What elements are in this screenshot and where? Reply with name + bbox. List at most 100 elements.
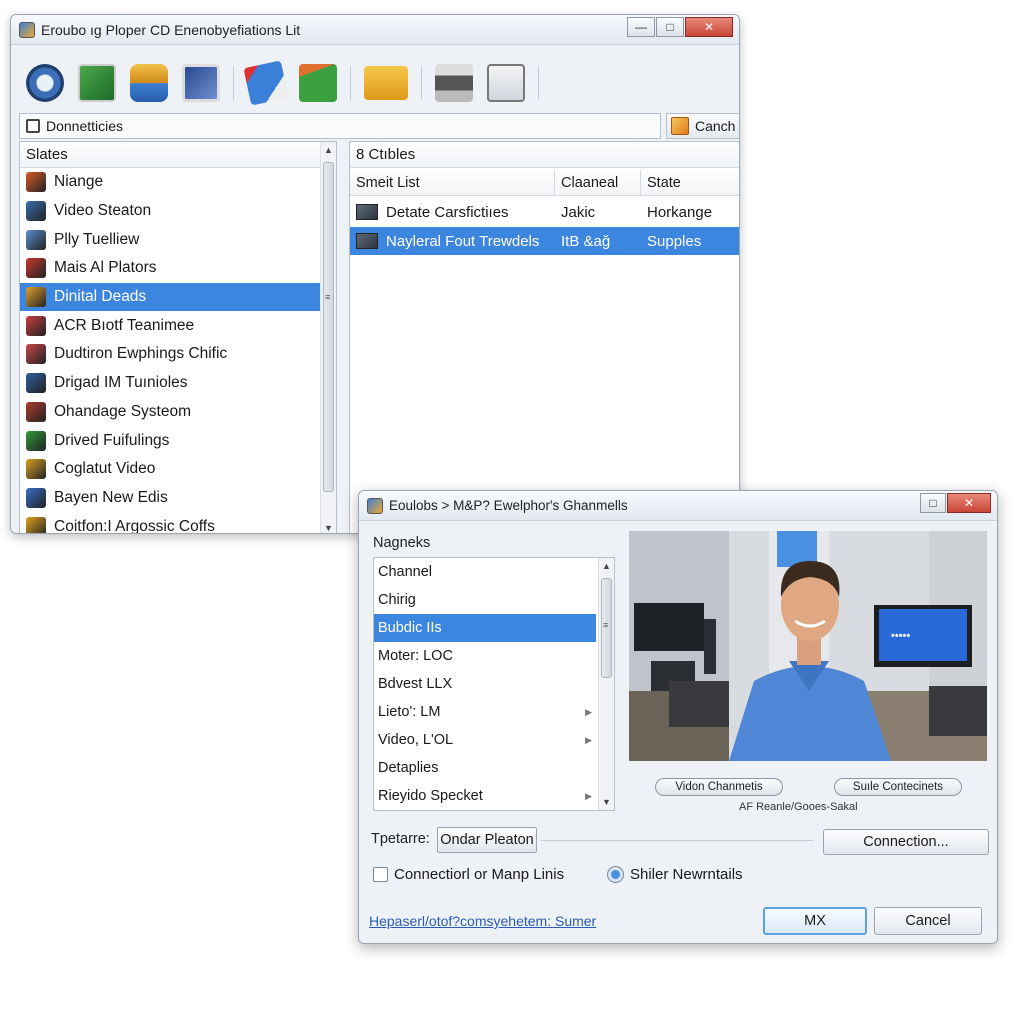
left-pane-item[interactable]: Dinital Deads (20, 282, 320, 312)
cancel-top-label: Canch (695, 118, 736, 134)
channel-list-item[interactable]: Detaplies (374, 754, 596, 782)
table-cell: Nayleral Fout Trewdels (350, 227, 555, 255)
channel-list-item[interactable]: Rieyido Specket ▶ (374, 782, 596, 810)
lock-gold-icon (26, 516, 46, 533)
dialog-title: Eoulobs > M&P? Ewelphor's Ghanmells (389, 498, 628, 513)
column-header-state[interactable]: State (641, 170, 739, 195)
column-header-list[interactable]: Smeit List (350, 170, 555, 195)
cancel-button[interactable]: Cancel (874, 907, 982, 935)
channel-list-item-label: Bdvest LLX (378, 676, 453, 692)
dialog-close-button[interactable]: ✕ (947, 493, 991, 513)
printer-icon[interactable] (435, 64, 473, 102)
left-pane-item-label: Video Steaton (54, 202, 152, 220)
left-pane-scrollbar[interactable]: ▲ ≡ ▼ (320, 142, 336, 533)
left-pane-item[interactable]: Video Steaton (20, 197, 320, 226)
tools-icon (26, 344, 46, 365)
channel-list-item[interactable]: Chirig (374, 586, 596, 614)
ok-button[interactable]: MX (763, 907, 867, 935)
main-titlebar[interactable]: Eroubo ıg Ploper CD Enenobyefiations Lit… (11, 15, 739, 45)
suite-contents-button[interactable]: Suıle Contecinets (834, 778, 962, 796)
left-pane-item[interactable]: ACR Bıotf Teanimee (20, 311, 320, 340)
folder-icon[interactable] (364, 66, 408, 100)
table-cell-text: Nayleral Fout Trewdels (386, 232, 540, 250)
channel-list-item[interactable]: Bubdic IIs (374, 614, 596, 642)
radio-button[interactable] (607, 866, 624, 883)
left-pane-item[interactable]: Niange (20, 168, 320, 197)
left-pane-item-label: Bayen New Edis (54, 488, 168, 506)
green-disk-icon (26, 430, 46, 451)
checkbox-box[interactable] (373, 867, 388, 882)
cancel-top-button[interactable]: Canch (666, 113, 739, 139)
left-pane-item[interactable]: Drived Fuifulings (20, 426, 320, 455)
table-row[interactable]: Detate Carsfictiıes Jakic Horkange (350, 198, 739, 226)
table-cell-text: Jakic (561, 203, 596, 221)
submenu-arrow-icon: ▶ (585, 734, 592, 745)
scroll-up-arrow[interactable]: ▲ (321, 142, 336, 158)
save-icon[interactable] (487, 64, 525, 102)
folder-red-icon (26, 172, 46, 193)
column-header-channel[interactable]: Claaneal (555, 170, 641, 195)
left-pane-list: Niange Video Steaton Plly Tuelliew Mais Al … (20, 168, 320, 533)
video-channels-button[interactable]: Vidon Chanmetis (655, 778, 783, 796)
channel-scroll-grip-icon: ≡ (603, 620, 609, 630)
scroll-grip-icon: ≡ (325, 292, 331, 302)
hook-icon (26, 315, 46, 336)
left-pane-item[interactable]: Mais Al Plators (20, 254, 320, 283)
left-pane-item[interactable]: Coitfon:I Argossic Coffs (20, 512, 320, 533)
channel-list-item[interactable]: Bdvest LLX (374, 670, 596, 698)
address-bar[interactable]: Donnetticies (19, 113, 661, 139)
table-cell: Jakic (555, 198, 641, 226)
power-icon[interactable] (26, 64, 64, 102)
monitor-icon[interactable] (182, 64, 220, 102)
connection-button[interactable]: Connection... (823, 829, 989, 855)
table-cell-text: Supples (647, 232, 702, 250)
channel-list: Channel Chirig Bubdic IIs Moter: LOC Bdvest … (373, 557, 615, 811)
left-pane-item[interactable]: Dudtiron Ewphings Chific (20, 340, 320, 369)
table-cell: Detate Carsfictiıes (350, 198, 555, 226)
channel-scroll-up[interactable]: ▲ (599, 558, 614, 574)
network-card-icon[interactable] (243, 60, 289, 106)
table-row[interactable]: Nayleral Fout Trewdels ItB &ağ Supples (350, 227, 739, 255)
left-pane-item-label: Drigad IM Tuınioles (54, 374, 188, 392)
dialog-restore-button[interactable]: □ (920, 493, 946, 513)
channel-scroll-down[interactable]: ▼ (599, 794, 614, 810)
left-pane-item-label: ACR Bıotf Teanimee (54, 316, 195, 334)
device-icon[interactable] (78, 64, 116, 102)
main-window: Eroubo ıg Ploper CD Enenobyefiations Lit… (10, 14, 740, 534)
channel-list-item-label: Lieto': LM (378, 704, 441, 720)
address-text: Donnetticies (46, 118, 124, 134)
chrome-icon (26, 459, 46, 480)
database-icon[interactable] (130, 64, 168, 102)
left-pane-item[interactable]: Coglatut Video (20, 455, 320, 484)
shiler-radio[interactable]: Shiler Newrntails (607, 866, 743, 883)
channel-list-scrollbar[interactable]: ▲ ≡ ▼ (598, 558, 614, 810)
left-pane-item[interactable]: Drigad IM Tuınioles (20, 369, 320, 398)
scroll-thumb[interactable] (323, 162, 334, 492)
left-pane-item[interactable]: Plly Tuelliew (20, 225, 320, 254)
connection-map-checkbox[interactable]: Connectiorl or Manp Linis (373, 866, 564, 883)
maximize-button[interactable]: □ (656, 17, 684, 37)
table-cell: Horkange (641, 198, 739, 226)
left-pane-item[interactable]: Ohandage Systeom (20, 398, 320, 427)
channel-list-item-label: Video, L'OL (378, 732, 454, 748)
scroll-down-arrow[interactable]: ▼ (321, 520, 336, 533)
left-pane-item[interactable]: Bayen New Edis (20, 484, 320, 513)
green-card-icon[interactable] (299, 64, 337, 102)
box-icon (26, 287, 46, 308)
close-button[interactable]: ✕ (685, 17, 733, 37)
table-cell: Supples (641, 227, 739, 255)
channel-list-item[interactable]: Lieto': LM ▶ (374, 698, 596, 726)
type-select[interactable]: Ondar Pleaton (437, 827, 537, 853)
diamond-icon (26, 229, 46, 250)
help-link[interactable]: Hepaserl/otof?comsyehetem: Sumer (369, 913, 596, 929)
power-red-icon (26, 258, 46, 279)
dialog-titlebar[interactable]: Eoulobs > M&P? Ewelphor's Ghanmells □ ✕ (359, 491, 997, 521)
video-file-icon (356, 204, 378, 220)
minimize-button[interactable]: — (627, 17, 655, 37)
video-frame-image: ••••• (629, 531, 987, 761)
channel-list-item[interactable]: Video, L'OL ▶ (374, 726, 596, 754)
left-pane-item-label: Drived Fuifulings (54, 431, 170, 449)
channel-list-item[interactable]: Channel (374, 558, 596, 586)
video-preview: ••••• (629, 531, 987, 761)
channel-list-item[interactable]: Moter: LOC (374, 642, 596, 670)
